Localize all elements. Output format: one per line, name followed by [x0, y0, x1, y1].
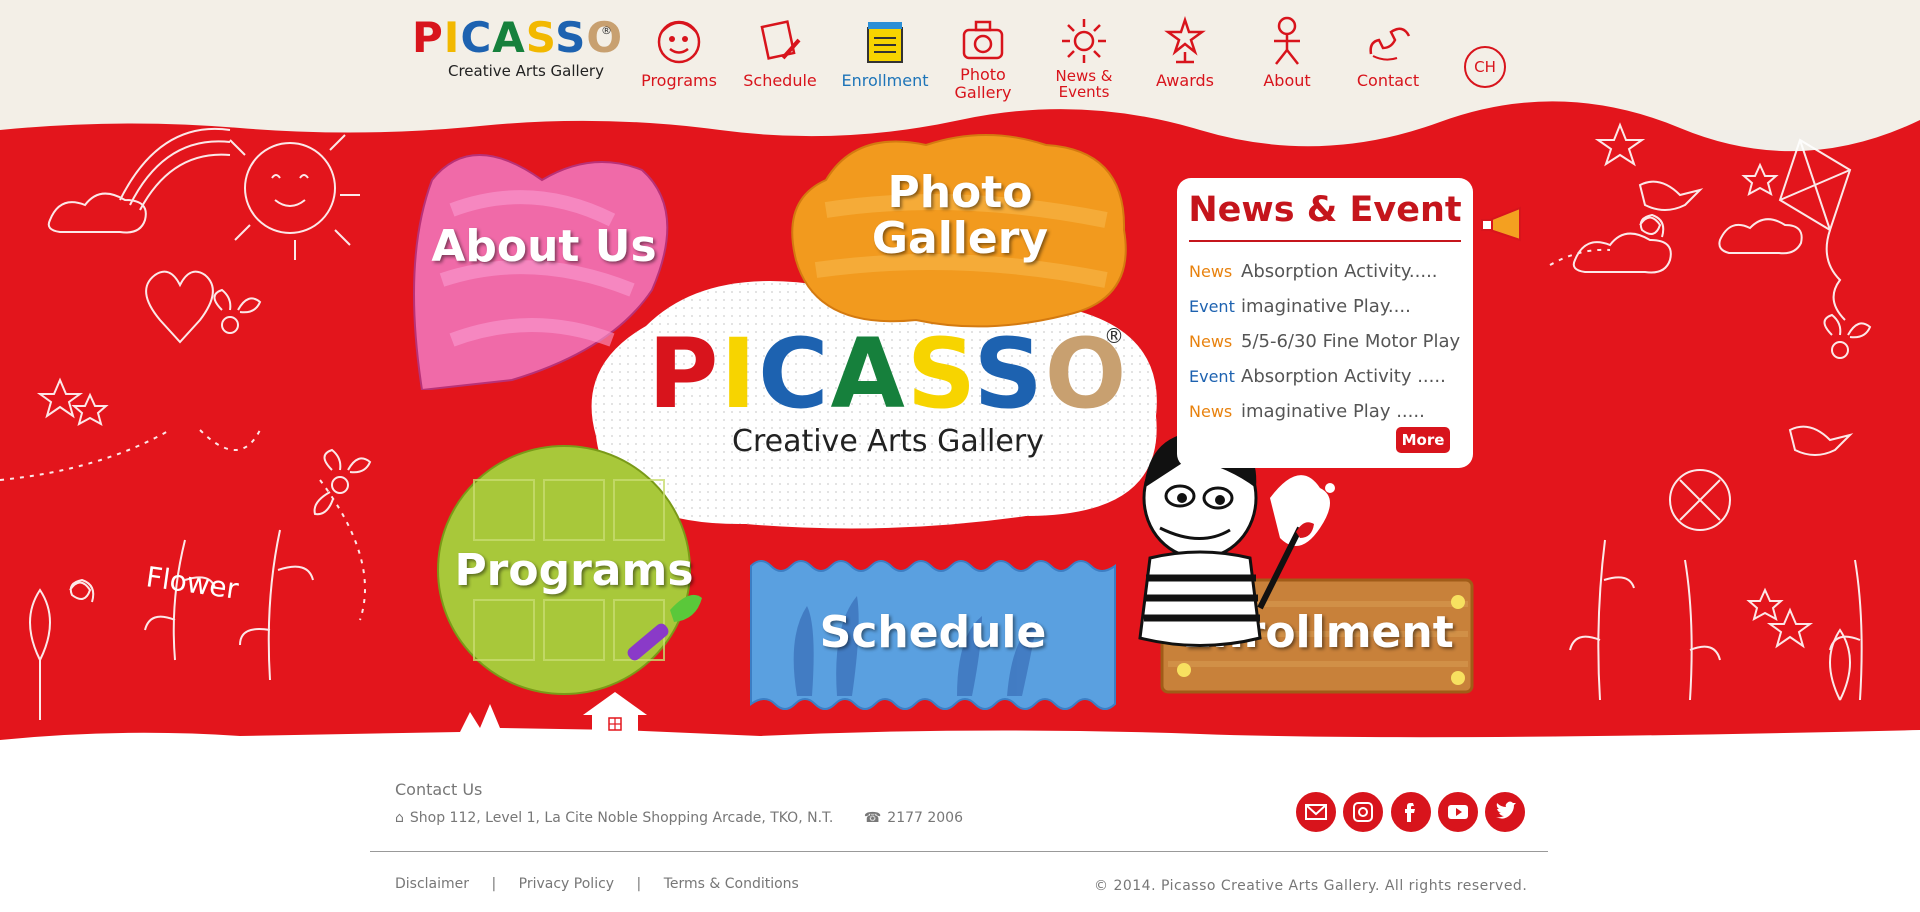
notepad-pen-icon [760, 20, 801, 60]
main-nav: Programs Schedule Enrollment Photo Galle… [0, 14, 1920, 114]
tile-label: Schedule [819, 607, 1047, 658]
nav-item-contact[interactable]: Contact [1340, 14, 1436, 114]
nav-item-enrollment[interactable]: Enrollment [837, 14, 933, 114]
nav-label: About [1263, 71, 1311, 90]
trophy-star-icon [1164, 16, 1206, 64]
tile-about-us[interactable]: About Us [412, 140, 676, 390]
news-panel-title: News & Event [1188, 190, 1462, 230]
center-logo-letter: S [906, 318, 974, 430]
nav-item-news-events[interactable]: News & Events [1036, 14, 1132, 114]
gift-list-icon [867, 22, 903, 63]
nav-label: Schedule [743, 71, 817, 90]
news-list-item[interactable]: Event imaginative Play.... [1189, 289, 1471, 324]
contact-us-heading: Contact Us [395, 780, 483, 799]
center-logo-subtitle: Creative Arts Gallery [732, 424, 1044, 459]
news-title-divider [1189, 240, 1461, 242]
telephone-icon [1369, 27, 1411, 61]
youtube-icon[interactable] [1438, 792, 1478, 832]
center-logo-wordmark: PICASSO [648, 324, 1128, 424]
center-logo-letter: C [758, 318, 831, 430]
news-item-text: Absorption Activity ..... [1241, 366, 1446, 387]
nav-label: News & Events [1055, 67, 1113, 101]
nav-label: Awards [1156, 71, 1214, 90]
address-text: Shop 112, Level 1, La Cite Noble Shoppin… [409, 810, 834, 826]
news-tag: News [1189, 402, 1233, 421]
news-list: News Absorption Activity..... Event imagin… [1189, 254, 1471, 429]
news-list-item[interactable]: News imaginative Play ..... [1189, 394, 1471, 429]
event-tag: Event [1189, 367, 1235, 386]
news-list-item[interactable]: Event Absorption Activity ..... [1189, 359, 1471, 394]
instagram-icon[interactable] [1343, 792, 1383, 832]
tile-label: Photo Gallery [871, 167, 1049, 264]
event-tag: Event [1189, 297, 1235, 316]
stick-figure-icon [1274, 16, 1300, 65]
link-separator: | [491, 876, 497, 892]
privacy-policy-link[interactable]: Privacy Policy [519, 876, 614, 892]
nav-label: Contact [1356, 71, 1420, 90]
phone-icon: ☎ [863, 810, 882, 826]
tile-label: Programs [454, 545, 694, 596]
more-button[interactable]: More [1396, 427, 1450, 453]
news-item-text: Absorption Activity..... [1241, 261, 1438, 282]
news-list-item[interactable]: News Absorption Activity..... [1189, 254, 1471, 289]
center-logo-letter: A [830, 318, 907, 430]
nav-label: Photo Gallery [954, 65, 1012, 102]
face-icon [657, 20, 701, 64]
nav-item-about[interactable]: About [1239, 14, 1335, 114]
contact-details: ⌂ Shop 112, Level 1, La Cite Noble Shoppi… [395, 810, 969, 826]
site-footer: Contact Us ⌂ Shop 112, Level 1, La Cite N… [0, 770, 1920, 912]
nav-item-awards[interactable]: Awards [1137, 14, 1233, 114]
tile-programs[interactable]: Programs [434, 440, 714, 708]
news-item-text: imaginative Play ..... [1241, 401, 1425, 422]
tile-label: About Us [431, 221, 657, 272]
news-item-text: imaginative Play.... [1241, 296, 1411, 317]
copyright-text: © 2014. Picasso Creative Arts Gallery. A… [1094, 878, 1528, 894]
nav-item-schedule[interactable]: Schedule [732, 14, 828, 114]
disclaimer-link[interactable]: Disclaimer [395, 876, 469, 892]
language-button[interactable]: CH [1464, 46, 1506, 88]
news-event-panel: News & Event News Absorption Activity....… [1177, 178, 1473, 468]
news-tag: News [1189, 332, 1233, 351]
facebook-icon[interactable] [1391, 792, 1431, 832]
camera-icon [962, 20, 1004, 60]
home-icon: ⌂ [395, 810, 404, 826]
news-item-text: 5/5-6/30 Fine Motor Play [1241, 331, 1461, 352]
news-tag: News [1189, 262, 1233, 281]
twitter-icon[interactable] [1485, 792, 1525, 832]
center-logo: PICASSO Creative Arts Gallery ® [648, 324, 1128, 464]
footer-divider [370, 851, 1548, 852]
center-logo-letter: S [973, 318, 1045, 430]
tile-photo-gallery[interactable]: Photo Gallery [786, 130, 1134, 332]
nav-item-programs[interactable]: Programs [631, 14, 727, 114]
nav-label: Programs [641, 71, 717, 90]
news-list-item[interactable]: News 5/5-6/30 Fine Motor Play [1189, 324, 1471, 359]
link-separator: | [636, 876, 642, 892]
footer-links: Disclaimer | Privacy Policy | Terms & Co… [395, 876, 799, 892]
nav-label: Enrollment [841, 71, 929, 90]
hero-area: Flower PICASSO Creative Arts Gallery ® A… [0, 100, 1920, 780]
phone-text: 2177 2006 [887, 810, 963, 826]
sun-icon [1062, 19, 1106, 63]
email-icon[interactable] [1296, 792, 1336, 832]
center-logo-letter: I [720, 318, 759, 430]
nav-item-photo-gallery[interactable]: Photo Gallery [935, 14, 1031, 114]
tile-schedule[interactable]: Schedule [747, 556, 1119, 714]
terms-conditions-link[interactable]: Terms & Conditions [664, 876, 799, 892]
